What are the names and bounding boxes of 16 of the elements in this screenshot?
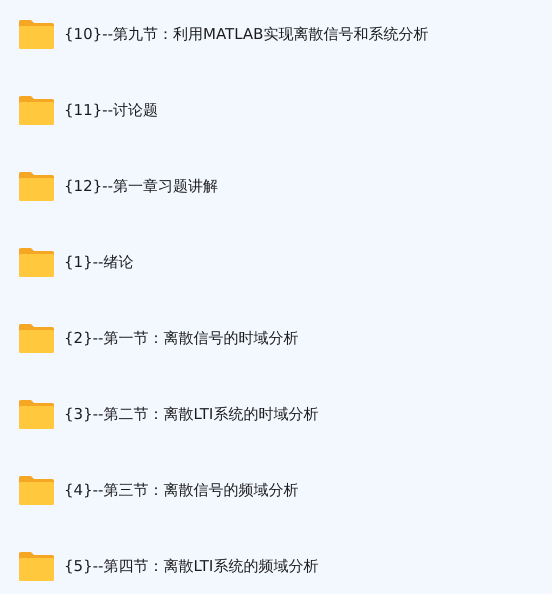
folder-name[interactable]: {10}--第九节：利用MATLAB实现离散信号和系统分析	[64, 22, 428, 46]
folder-name[interactable]: {5}--第四节：离散LTI系统的频域分析	[64, 554, 318, 578]
folder-name[interactable]: {11}--讨论题	[64, 98, 158, 122]
folder-icon	[18, 398, 55, 430]
folder-name[interactable]: {4}--第三节：离散信号的频域分析	[64, 478, 298, 502]
folder-icon	[18, 322, 55, 354]
folder-icon	[18, 94, 55, 126]
folder-name[interactable]: {2}--第一节：离散信号的时域分析	[64, 326, 298, 350]
folder-name[interactable]: {1}--绪论	[64, 250, 134, 274]
folder-icon	[18, 474, 55, 506]
folder-icon	[18, 246, 55, 278]
folder-name[interactable]: {12}--第一章习题讲解	[64, 174, 218, 198]
folder-icon	[18, 18, 55, 50]
folder-icon	[18, 550, 55, 582]
folder-name[interactable]: {3}--第二节：离散LTI系统的时域分析	[64, 402, 318, 426]
folder-icon	[18, 170, 55, 202]
